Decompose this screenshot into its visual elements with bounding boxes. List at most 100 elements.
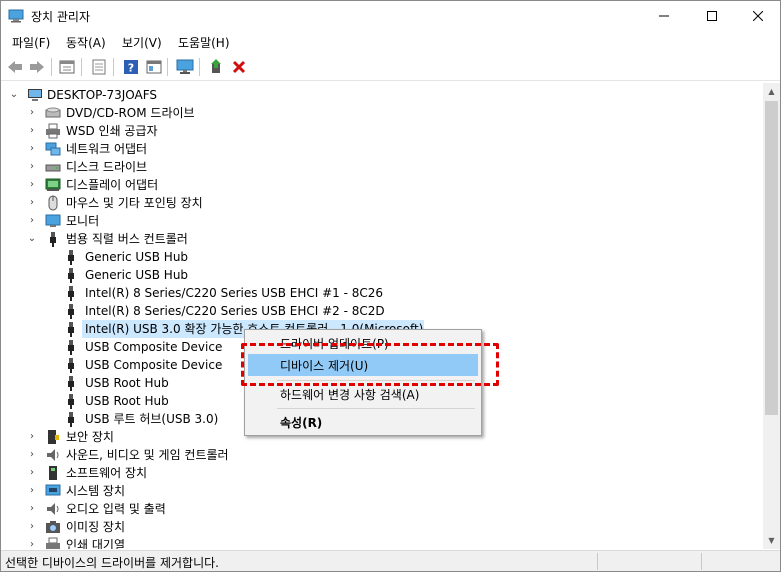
tree-item-label: 범용 직렬 버스 컨트롤러	[66, 232, 188, 246]
usb-device-item[interactable]: Intel(R) 8 Series/C220 Series USB EHCI #…	[1, 302, 761, 320]
minimize-icon	[659, 15, 669, 17]
properties-pane-button[interactable]	[57, 57, 77, 77]
properties-pane-icon	[59, 60, 75, 74]
tree-item-print-queue[interactable]: › 인쇄 대기열	[1, 536, 761, 549]
tree-item-label: 네트워크 어댑터	[66, 142, 148, 156]
maximize-button[interactable]	[689, 1, 735, 31]
usb-device-item[interactable]: Intel(R) 8 Series/C220 Series USB EHCI #…	[1, 284, 761, 302]
tree-item-label: 보안 장치	[66, 430, 114, 444]
menu-view[interactable]: 보기(V)	[120, 34, 164, 51]
tree-item-system[interactable]: › 시스템 장치	[1, 482, 761, 500]
scroll-up-arrow-icon[interactable]: ▲	[763, 83, 780, 100]
tree-item-network[interactable]: › 네트워크 어댑터	[1, 140, 761, 158]
tree-item-dvd[interactable]: › DVD/CD-ROM 드라이브	[1, 104, 761, 122]
usb-icon	[68, 268, 74, 283]
tree-item-label: 인쇄 대기열	[66, 538, 126, 549]
usb-device-item[interactable]: Generic USB Hub	[1, 266, 761, 284]
menu-action[interactable]: 동작(A)	[64, 34, 108, 51]
forward-icon	[30, 61, 44, 73]
back-icon	[8, 61, 22, 73]
menu-properties[interactable]: 속성(R)	[248, 411, 478, 433]
usb-icon	[68, 412, 74, 427]
tree-item-imaging[interactable]: › 이미징 장치	[1, 518, 761, 536]
mouse-icon	[48, 195, 58, 211]
usb-device-label: USB 루트 허브(USB 3.0)	[85, 412, 219, 426]
menu-item-label: 하드웨어 변경 사항 검색(A)	[280, 388, 420, 402]
chevron-down-icon[interactable]: ⌄	[9, 90, 19, 100]
chevron-right-icon[interactable]: ›	[27, 198, 37, 208]
back-button[interactable]	[5, 57, 25, 77]
menu-help[interactable]: 도움말(H)	[176, 34, 232, 51]
chevron-right-icon[interactable]: ›	[27, 486, 37, 496]
scroll-thumb[interactable]	[765, 101, 778, 415]
usb-device-label: USB Root Hub	[85, 376, 169, 390]
tree-item-label: 마우스 및 기타 포인팅 장치	[66, 196, 203, 210]
chevron-right-icon[interactable]: ›	[27, 144, 37, 154]
chevron-right-icon[interactable]: ›	[27, 522, 37, 532]
monitor-icon	[45, 214, 61, 227]
remove-device-button[interactable]	[229, 57, 249, 77]
list-button[interactable]	[89, 57, 109, 77]
tree-item-display[interactable]: › 디스플레이 어댑터	[1, 176, 761, 194]
close-icon	[753, 11, 763, 21]
close-button[interactable]	[735, 1, 781, 31]
tree-item-label: 시스템 장치	[66, 484, 126, 498]
usb-device-label: Generic USB Hub	[85, 268, 189, 282]
chevron-right-icon[interactable]: ›	[27, 180, 37, 190]
tree-root[interactable]: ⌄ DESKTOP-73JOAFS	[1, 86, 761, 104]
device-manager-app-icon	[8, 9, 24, 23]
help-button[interactable]: ?	[121, 57, 141, 77]
usb-icon	[68, 394, 74, 409]
usb-device-label: USB Composite Device	[85, 358, 223, 372]
tree-item-disk[interactable]: › 디스크 드라이브	[1, 158, 761, 176]
update-driver-button[interactable]	[206, 57, 226, 77]
scroll-down-arrow-icon[interactable]: ▼	[763, 532, 780, 549]
vertical-scrollbar[interactable]: ▲ ▼	[763, 83, 780, 549]
usb-device-item[interactable]: Generic USB Hub	[1, 248, 761, 266]
menu-file[interactable]: 파일(F)	[10, 34, 52, 51]
chevron-right-icon[interactable]: ›	[27, 540, 37, 550]
tree-item-wsd[interactable]: › WSD 인쇄 공급자	[1, 122, 761, 140]
usb-icon	[68, 286, 74, 301]
chevron-down-icon[interactable]: ⌄	[27, 234, 37, 244]
list-icon	[92, 59, 106, 75]
camera-icon	[46, 521, 60, 533]
update-driver-icon	[211, 59, 221, 73]
computer-name: DESKTOP-73JOAFS	[47, 88, 158, 102]
chevron-right-icon[interactable]: ›	[27, 126, 37, 136]
chevron-right-icon[interactable]: ›	[27, 504, 37, 514]
tree-item-label: 오디오 입력 및 출력	[66, 502, 166, 516]
tree-item-label: 사운드, 비디오 및 게임 컨트롤러	[66, 448, 229, 462]
tree-item-mouse[interactable]: › 마우스 및 기타 포인팅 장치	[1, 194, 761, 212]
audio-io-icon	[47, 503, 59, 515]
chevron-right-icon[interactable]: ›	[27, 450, 37, 460]
minimize-button[interactable]	[641, 1, 687, 31]
tree-item-software[interactable]: › 소프트웨어 장치	[1, 464, 761, 482]
forward-button[interactable]	[27, 57, 47, 77]
chevron-right-icon[interactable]: ›	[27, 468, 37, 478]
chevron-right-icon[interactable]: ›	[27, 216, 37, 226]
chevron-right-icon[interactable]: ›	[27, 432, 37, 442]
security-device-icon	[48, 430, 59, 444]
usb-device-label: Intel(R) 8 Series/C220 Series USB EHCI #…	[85, 304, 385, 318]
usb-icon	[50, 232, 56, 247]
tree-item-sound[interactable]: › 사운드, 비디오 및 게임 컨트롤러	[1, 446, 761, 464]
usb-icon	[68, 376, 74, 391]
view-button[interactable]	[144, 57, 164, 77]
tree-item-audio-io[interactable]: › 오디오 입력 및 출력	[1, 500, 761, 518]
print-queue-icon	[46, 537, 60, 549]
help-icon: ?	[124, 60, 138, 75]
usb-device-label: USB Composite Device	[85, 340, 223, 354]
tree-item-label: WSD 인쇄 공급자	[66, 124, 158, 138]
chevron-right-icon[interactable]: ›	[27, 162, 37, 172]
menu-scan-hardware[interactable]: 하드웨어 변경 사항 검색(A)	[248, 383, 478, 405]
menu-item-label: 속성(R)	[280, 416, 323, 430]
scan-hardware-button[interactable]	[175, 57, 195, 77]
annotation-highlight-box	[241, 343, 499, 386]
remove-device-icon	[232, 60, 246, 74]
tree-item-monitor[interactable]: › 모니터	[1, 212, 761, 230]
chevron-right-icon[interactable]: ›	[27, 108, 37, 118]
tree-item-usb-controllers[interactable]: ⌄ 범용 직렬 버스 컨트롤러	[1, 230, 761, 248]
device-tree[interactable]: ⌄ DESKTOP-73JOAFS › DVD/CD-ROM 드라이브 › WS…	[1, 83, 763, 549]
status-text: 선택한 디바이스의 드라이버를 제거합니다.	[5, 556, 219, 570]
